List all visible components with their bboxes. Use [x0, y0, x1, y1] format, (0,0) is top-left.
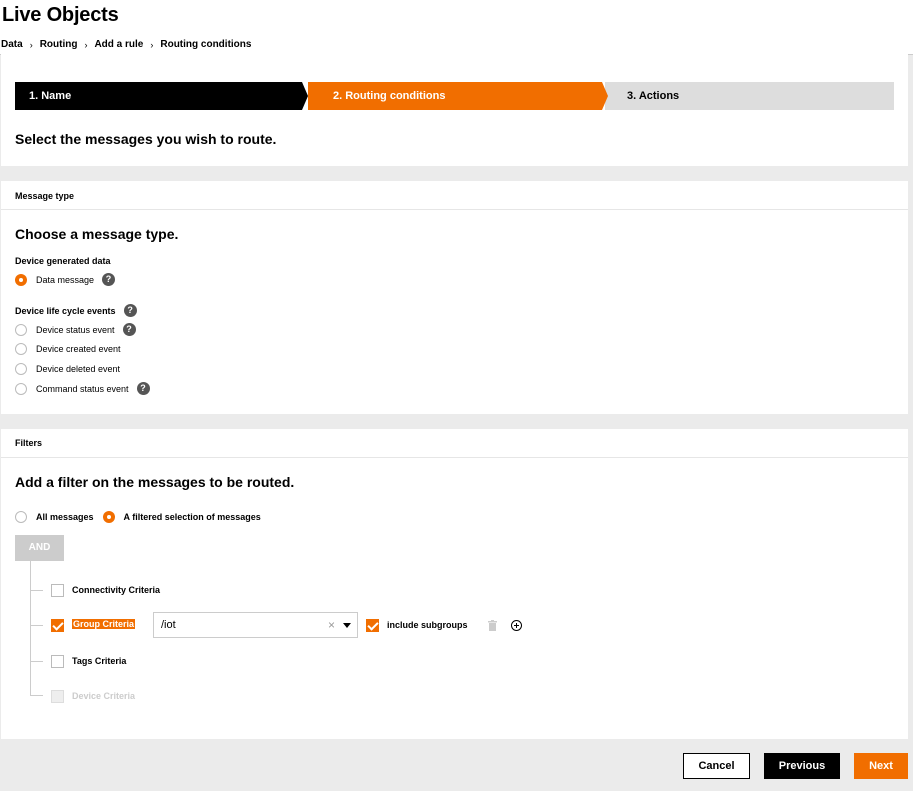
radio-data-message[interactable]: Data message ? — [15, 273, 116, 286]
intro-heading: Select the messages you wish to route. — [15, 131, 277, 147]
device-generated-label: Device generated data — [15, 256, 111, 266]
radio-button-checked[interactable] — [102, 511, 115, 523]
data-message-label: Data message — [36, 274, 95, 285]
radio-device-created-event[interactable]: Device created event — [15, 343, 121, 355]
previous-button[interactable]: Previous — [764, 753, 840, 779]
tree-branch — [30, 661, 43, 662]
step-name[interactable]: 1. Name — [15, 82, 308, 110]
filters-heading: Add a filter on the messages to be route… — [15, 474, 295, 490]
device-status-event-label: Device status event — [36, 324, 115, 335]
radio-button[interactable] — [15, 323, 27, 336]
radio-button[interactable] — [15, 511, 27, 523]
connectivity-criteria-label: Connectivity Criteria — [72, 585, 161, 595]
help-icon[interactable]: ? — [123, 304, 137, 317]
step-routing-conditions[interactable]: 2. Routing conditions — [308, 82, 608, 110]
group-select[interactable]: /iot × — [153, 612, 358, 638]
breadcrumb-routing-conditions: Routing conditions — [160, 39, 252, 50]
device-created-event-label: Device created event — [36, 344, 121, 354]
divider — [1, 457, 908, 458]
chevron-right-icon: › — [29, 39, 33, 50]
connectivity-criteria-checkbox[interactable] — [51, 584, 64, 597]
divider — [1, 209, 908, 210]
device-deleted-event-label: Device deleted event — [36, 364, 121, 374]
add-circle-icon[interactable] — [511, 620, 522, 631]
group-select-value: /iot — [161, 619, 176, 631]
radio-device-status-event[interactable]: Device status event ? — [15, 323, 136, 336]
stepper-panel: 1. Name 2. Routing conditions 3. Actions… — [1, 54, 908, 166]
chevron-right-icon: › — [84, 39, 88, 50]
tree-branch — [30, 695, 43, 696]
tags-criteria-label: Tags Criteria — [72, 656, 127, 666]
tags-criteria-checkbox[interactable] — [51, 655, 64, 668]
radio-device-deleted-event[interactable]: Device deleted event — [15, 363, 120, 375]
message-type-panel: Message type Choose a message type. Devi… — [1, 181, 908, 414]
chevron-down-icon[interactable] — [343, 623, 351, 628]
all-messages-label[interactable]: All messages — [36, 512, 94, 522]
radio-button[interactable] — [15, 363, 27, 375]
breadcrumb-add-rule[interactable]: Add a rule — [94, 39, 143, 50]
lifecycle-label: Device life cycle events — [15, 305, 116, 316]
next-button[interactable]: Next — [854, 753, 908, 779]
filters-section-label: Filters — [15, 438, 43, 448]
breadcrumb: Data › Routing › Add a rule › Routing co… — [1, 39, 251, 50]
radio-button-checked[interactable] — [15, 273, 27, 286]
wizard-stepper: 1. Name 2. Routing conditions 3. Actions — [15, 82, 894, 110]
tree-branch — [30, 590, 43, 591]
filtered-selection-label[interactable]: A filtered selection of messages — [124, 512, 261, 522]
include-subgroups-checkbox[interactable] — [366, 619, 379, 632]
group-criteria-label: Group Criteria — [72, 619, 136, 629]
and-operator-button[interactable]: AND — [15, 535, 64, 561]
tree-line — [30, 561, 31, 695]
message-type-section-label: Message type — [15, 191, 75, 201]
help-icon[interactable]: ? — [136, 382, 150, 395]
device-criteria-checkbox — [51, 690, 64, 703]
group-criteria-checkbox[interactable] — [51, 619, 64, 632]
lifecycle-label-row: Device life cycle events ? — [15, 304, 137, 317]
filters-panel: Filters Add a filter on the messages to … — [1, 429, 908, 739]
filter-mode-row: All messages A filtered selection of mes… — [15, 511, 261, 523]
app-title: Live Objects — [2, 4, 119, 26]
chevron-right-icon: › — [150, 39, 154, 50]
breadcrumb-data[interactable]: Data — [1, 39, 23, 50]
message-type-heading: Choose a message type. — [15, 226, 179, 242]
trash-icon[interactable] — [488, 620, 497, 631]
device-criteria-label: Device Criteria — [72, 691, 136, 701]
help-icon[interactable]: ? — [102, 273, 116, 286]
tree-branch — [30, 625, 43, 626]
breadcrumb-routing[interactable]: Routing — [40, 39, 78, 50]
step-actions[interactable]: 3. Actions — [605, 82, 894, 110]
radio-button[interactable] — [15, 382, 27, 395]
cancel-button[interactable]: Cancel — [683, 753, 750, 779]
help-icon[interactable]: ? — [122, 323, 136, 336]
radio-button[interactable] — [15, 343, 27, 355]
radio-command-status-event[interactable]: Command status event ? — [15, 382, 150, 395]
clear-icon[interactable]: × — [328, 618, 335, 632]
command-status-event-label: Command status event — [36, 383, 129, 394]
include-subgroups-label: include subgroups — [387, 620, 468, 630]
top-bar: Live Objects Data › Routing › Add a rule… — [0, 0, 913, 55]
